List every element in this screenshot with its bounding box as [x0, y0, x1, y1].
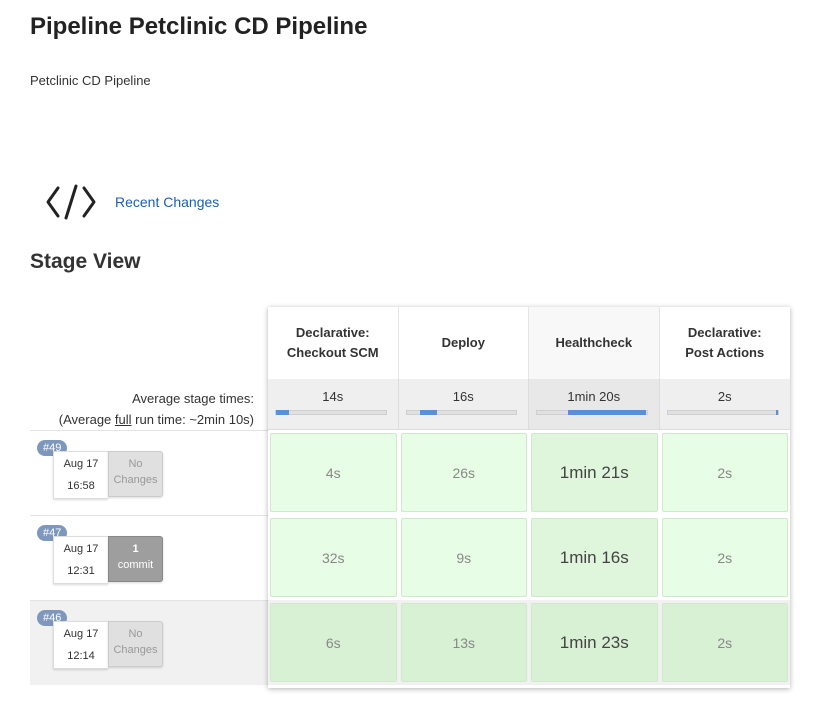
- average-full-run-time-text: (Average full run time: ~2min 10s): [58, 412, 254, 427]
- code-icon: [46, 184, 96, 220]
- average-times-row: 14s 16s 1min 20s 2s: [268, 379, 790, 430]
- run-row-46: #46 Aug 17 12:14 No Changes: [30, 600, 268, 685]
- stage-duration-cell[interactable]: 4s: [270, 433, 397, 512]
- run-row-49: #49 Aug 17 16:58 No Changes: [30, 430, 268, 515]
- stage-header-row: Declarative: Checkout SCM Deploy Healthch…: [268, 307, 790, 379]
- stage-duration-cell[interactable]: 1min 23s: [531, 603, 658, 682]
- stage-duration-cell[interactable]: 1min 21s: [531, 433, 658, 512]
- stage-view-title: Stage View: [30, 250, 141, 273]
- avg-time-cell: 16s: [399, 379, 529, 429]
- stage-duration-cell[interactable]: 26s: [400, 433, 527, 512]
- no-changes-box: No Changes: [108, 451, 163, 497]
- stage-header-post-actions[interactable]: Declarative: Post Actions: [659, 307, 790, 379]
- run-row-47: #47 Aug 17 12:31 1 commit: [30, 515, 268, 600]
- run-list: #49 Aug 17 16:58 No Changes #47 Aug 17 1…: [30, 430, 268, 685]
- stage-view-table: Declarative: Checkout SCM Deploy Healthch…: [268, 307, 790, 688]
- stage-duration-cell[interactable]: 6s: [270, 603, 397, 682]
- avg-progress-bar: [405, 410, 517, 415]
- run-date: Aug 17: [63, 543, 99, 555]
- avg-progress-fill: [419, 410, 438, 415]
- stage-duration-cell[interactable]: 2s: [661, 603, 788, 682]
- run-time: 16:58: [67, 480, 95, 492]
- avg-progress-bar: [275, 410, 387, 415]
- avg-progress-fill: [775, 410, 778, 415]
- stage-row-49: 4s 26s 1min 21s 2s: [268, 430, 790, 515]
- recent-changes-link[interactable]: Recent Changes: [115, 194, 219, 210]
- average-times-label: Average stage times: (Average full run t…: [30, 388, 254, 430]
- run-date-box: Aug 17 12:31: [53, 536, 108, 584]
- recent-changes-section: Recent Changes: [44, 180, 219, 224]
- run-date-box: Aug 17 12:14: [53, 621, 108, 669]
- avg-progress-fill: [567, 410, 647, 415]
- avg-time-cell: 14s: [268, 379, 399, 429]
- stage-duration-cell[interactable]: 32s: [270, 518, 397, 597]
- avg-time-cell: 2s: [660, 379, 791, 429]
- run-time: 12:31: [67, 565, 95, 577]
- stage-duration-cell[interactable]: 9s: [400, 518, 527, 597]
- avg-time-cell: 1min 20s: [529, 379, 660, 429]
- average-stage-times-text: Average stage times:: [132, 391, 254, 406]
- stage-header-deploy[interactable]: Deploy: [398, 307, 529, 379]
- stage-header-healthcheck[interactable]: Healthcheck: [529, 307, 660, 379]
- avg-progress-fill: [276, 410, 290, 415]
- avg-time-value: 1min 20s: [567, 389, 621, 404]
- run-time: 12:14: [67, 650, 95, 662]
- stage-row-47: 32s 9s 1min 16s 2s: [268, 515, 790, 600]
- avg-progress-bar: [666, 410, 779, 415]
- avg-time-value: 16s: [452, 389, 474, 404]
- avg-time-value: 2s: [717, 389, 732, 404]
- run-date: Aug 17: [63, 458, 99, 470]
- stage-duration-cell[interactable]: 13s: [400, 603, 527, 682]
- stage-duration-cell[interactable]: 2s: [661, 518, 788, 597]
- full-link[interactable]: full: [115, 412, 132, 427]
- stage-header-checkout-scm[interactable]: Declarative: Checkout SCM: [268, 307, 399, 379]
- avg-time-value: 14s: [322, 389, 344, 404]
- stage-duration-cell[interactable]: 2s: [661, 433, 788, 512]
- commit-changes-button[interactable]: 1 commit: [108, 536, 163, 582]
- avg-progress-bar: [536, 410, 648, 415]
- stage-row-46: 6s 13s 1min 23s 2s: [268, 600, 790, 685]
- run-date: Aug 17: [63, 628, 99, 640]
- run-date-box: Aug 17 16:58: [53, 451, 108, 499]
- stage-duration-cell[interactable]: 1min 16s: [531, 518, 658, 597]
- no-changes-box: No Changes: [108, 621, 163, 667]
- pipeline-description: Petclinic CD Pipeline: [30, 73, 151, 88]
- page-title: Pipeline Petclinic CD Pipeline: [30, 13, 368, 40]
